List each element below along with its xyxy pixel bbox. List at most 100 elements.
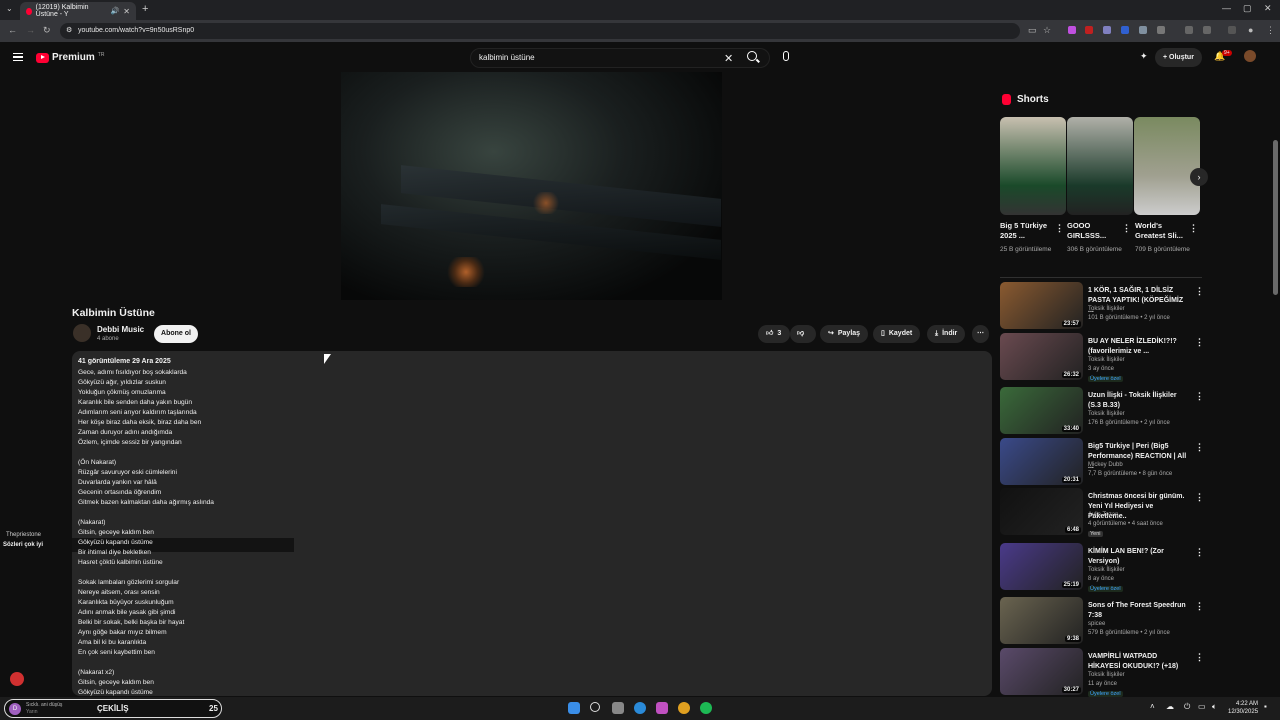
dislike-button[interactable]: 👎︎: [790, 325, 816, 343]
onedrive-icon[interactable]: ☁: [1166, 702, 1174, 711]
video-thumbnail[interactable]: 6:48: [1000, 488, 1083, 535]
extensions-puzzle-icon[interactable]: [1157, 26, 1165, 34]
profile-icon[interactable]: [1228, 26, 1236, 34]
video-title[interactable]: Uzun İlişki - Toksik İlişkiler (S.3 B.33…: [1088, 391, 1188, 411]
video-thumbnail[interactable]: 25:19: [1000, 543, 1083, 590]
maximize-icon[interactable]: ▢: [1243, 3, 1252, 14]
tray-chevron-icon[interactable]: ˄: [1150, 702, 1155, 711]
video-title[interactable]: VAMPİRLİ WATPADD HİKAYESİ OKUDUK!? (+18): [1088, 652, 1188, 672]
more-icon[interactable]: ⋮: [1195, 547, 1204, 558]
avatar[interactable]: ●: [1248, 25, 1253, 35]
channel-name[interactable]: spicee: [1088, 621, 1105, 627]
tab-list-icon[interactable]: ⌄: [6, 4, 13, 13]
extension-icon[interactable]: [1103, 26, 1111, 34]
forward-icon[interactable]: →: [26, 25, 35, 35]
short-thumbnail[interactable]: [1134, 117, 1200, 215]
chevron-right-icon[interactable]: ›: [1190, 168, 1208, 186]
youtube-logo[interactable]: Premium TR: [36, 52, 104, 63]
video-thumbnail[interactable]: 20:31: [1000, 438, 1083, 485]
more-icon[interactable]: ⋮: [1195, 286, 1204, 297]
short-title[interactable]: Big 5 Türkiye 2025 ...: [1000, 221, 1056, 241]
channel-name[interactable]: Debbi Music: [97, 325, 144, 334]
more-icon[interactable]: ⋮: [1055, 223, 1064, 234]
giveaway-widget[interactable]: D Sıcklı. ani düşüş Yarın ÇEKİLİŞ 25: [4, 699, 222, 718]
recommendation-item[interactable]: 6:48 Christmas öncesi bir günüm. Yeni Yıl…: [1000, 488, 1204, 537]
more-actions-button[interactable]: ⋯: [972, 325, 989, 343]
channel-name[interactable]: Toksik İlişkiler: [1088, 357, 1125, 363]
video-thumbnail[interactable]: 30:27: [1000, 648, 1083, 695]
search-icon[interactable]: [590, 702, 600, 712]
short-title[interactable]: GOOO GIRLSSS...: [1067, 221, 1123, 241]
extension-icon[interactable]: [1139, 26, 1147, 34]
more-icon[interactable]: ⋮: [1195, 601, 1204, 612]
menu-icon[interactable]: [13, 53, 23, 61]
close-window-icon[interactable]: ✕: [1264, 3, 1272, 14]
more-icon[interactable]: ⋮: [1195, 442, 1204, 453]
channel-avatar[interactable]: [73, 324, 91, 342]
account-avatar[interactable]: [1244, 50, 1256, 62]
reload-icon[interactable]: ↻: [43, 25, 51, 36]
video-player[interactable]: [341, 72, 722, 300]
bookmark-star-icon[interactable]: ☆: [1043, 25, 1051, 36]
subscribe-button[interactable]: Abone ol: [154, 325, 198, 343]
app-icon[interactable]: [656, 702, 668, 714]
more-icon[interactable]: ⋮: [1195, 492, 1204, 503]
recommendation-item[interactable]: 23:57 1 KÖR, 1 SAĞIR, 1 DİLSİZ PASTA YAPT…: [1000, 282, 1204, 330]
windows-start-icon[interactable]: [568, 702, 580, 714]
new-tab-button[interactable]: +: [142, 3, 148, 15]
volume-icon[interactable]: 🔈︎: [1212, 702, 1217, 712]
channel-name[interactable]: Mickey Dubb: [1088, 462, 1123, 468]
link-icon[interactable]: [1185, 26, 1193, 34]
more-icon[interactable]: ⋮: [1189, 223, 1198, 234]
clock[interactable]: 4:22 AM 12/30/2025: [1228, 700, 1258, 716]
recommendation-item[interactable]: 30:27 VAMPİRLİ WATPADD HİKAYESİ OKUDUK!? …: [1000, 648, 1204, 697]
minimize-icon[interactable]: —: [1222, 3, 1231, 13]
more-icon[interactable]: ⋮: [1195, 652, 1204, 663]
save-button[interactable]: ▯ Kaydet: [873, 325, 921, 343]
back-icon[interactable]: ←: [8, 25, 17, 35]
video-thumbnail[interactable]: 26:32: [1000, 333, 1083, 380]
create-button[interactable]: + Oluştur: [1155, 48, 1202, 67]
like-button[interactable]: 👍︎ 3: [758, 325, 790, 343]
channel-name[interactable]: Toksik İlişkiler: [1088, 306, 1125, 312]
video-title[interactable]: KİMİM LAN BEN!? (Zor Versiyon): [1088, 547, 1188, 567]
chrome-icon[interactable]: [678, 702, 690, 714]
microphone-icon[interactable]: [783, 51, 789, 61]
short-thumbnail[interactable]: [1067, 117, 1133, 215]
tab-close-icon[interactable]: ✕: [123, 7, 130, 16]
extension-icon[interactable]: [1121, 26, 1129, 34]
extension-icon[interactable]: [1068, 26, 1076, 34]
recommendation-item[interactable]: 9:38 Sons of The Forest Speedrun 7:38 spic…: [1000, 597, 1204, 645]
tab-search-icon[interactable]: [1203, 26, 1211, 34]
channel-name[interactable]: Toksik İlişkiler: [1088, 672, 1125, 678]
short-thumbnail[interactable]: [1000, 117, 1066, 215]
description-box[interactable]: 41 görüntüleme 29 Ara 2025 Gece, adımı f…: [72, 351, 992, 696]
display-icon[interactable]: ▭: [1198, 702, 1206, 711]
site-info-icon[interactable]: ⚙: [66, 23, 72, 39]
channel-name[interactable]: Aylin Tozan: [1088, 512, 1118, 518]
clear-search-icon[interactable]: ✕: [724, 52, 733, 65]
recommendation-item[interactable]: 25:19 KİMİM LAN BEN!? (Zor Versiyon) Toksi…: [1000, 543, 1204, 592]
recommendation-item[interactable]: 33:40 Uzun İlişki - Toksik İlişkiler (S.3…: [1000, 387, 1204, 435]
short-title[interactable]: World's Greatest Sli...: [1135, 221, 1191, 241]
more-icon[interactable]: ⋮: [1122, 223, 1131, 234]
video-thumbnail[interactable]: 9:38: [1000, 597, 1083, 644]
file-explorer-icon[interactable]: [612, 702, 624, 714]
page-scrollbar[interactable]: [1273, 140, 1278, 295]
edge-icon[interactable]: [634, 702, 646, 714]
extension-icon[interactable]: [1085, 26, 1093, 34]
video-thumbnail[interactable]: 33:40: [1000, 387, 1083, 434]
recommendation-item[interactable]: 26:32 BU AY NELER İZLEDİK!?!? (favorileri…: [1000, 333, 1204, 382]
url-field[interactable]: ⚙ youtube.com/watch?v=9n50usRSnp0: [60, 23, 1020, 39]
tray-icon[interactable]: ⏻: [1184, 702, 1190, 712]
download-button[interactable]: ⤓ İndir: [927, 325, 966, 343]
more-icon[interactable]: ⋮: [1195, 337, 1204, 348]
browser-menu-icon[interactable]: ⋮: [1266, 25, 1275, 36]
video-title[interactable]: BU AY NELER İZLEDİK!?!? (favorilerimiz v…: [1088, 337, 1188, 357]
video-title[interactable]: Sons of The Forest Speedrun 7:38: [1088, 601, 1188, 621]
more-icon[interactable]: ⋮: [1195, 391, 1204, 402]
notification-icon[interactable]: ▪: [1264, 702, 1267, 711]
browser-tab[interactable]: (12019) Kalbimin Üstüne - Y 🔊 ✕: [20, 2, 136, 20]
cast-icon[interactable]: ▭: [1028, 25, 1037, 36]
spotify-icon[interactable]: [700, 702, 712, 714]
